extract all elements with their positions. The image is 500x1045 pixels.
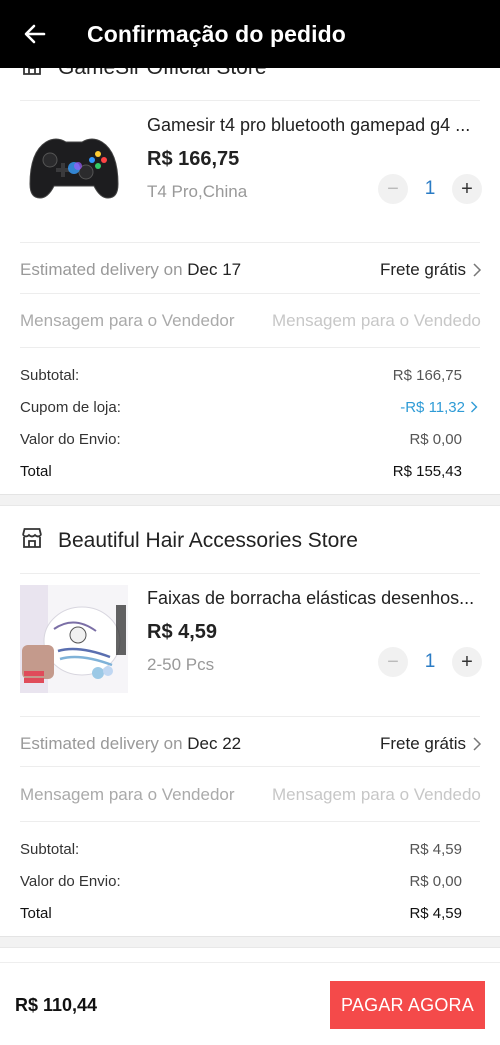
seller-message-row: Mensagem para o Vendedor Mensagem para o…: [20, 306, 482, 336]
chevron-right-icon: [473, 737, 482, 751]
shipping-option[interactable]: Frete grátis: [380, 260, 482, 280]
product-variant[interactable]: T4 Pro,China: [147, 182, 247, 202]
quantity-value: 1: [424, 651, 436, 672]
divider-line: [20, 766, 480, 767]
delivery-date: Dec 17: [187, 260, 242, 279]
checkout-footer: R$ 110,44 PAGAR AGORA: [0, 962, 500, 1045]
divider-line: [20, 573, 480, 574]
delivery-date: Dec 22: [187, 734, 242, 753]
page-title: Confirmação do pedido: [87, 20, 346, 47]
cart-item-hair-bands: Faixas de borracha elásticas desenhos...…: [0, 583, 500, 713]
product-title[interactable]: Gamesir t4 pro bluetooth gamepad g4 ...: [147, 115, 479, 136]
order-total: R$ 110,44: [15, 995, 98, 1015]
chevron-right-icon: [473, 263, 482, 277]
subtotal-row: Subtotal: R$ 166,75: [20, 366, 462, 384]
store-total-row: Total R$ 155,43: [20, 462, 462, 480]
pay-now-button[interactable]: PAGAR AGORA: [330, 981, 485, 1029]
decrease-quantity-button[interactable]: −: [378, 174, 408, 204]
product-image-gamepad[interactable]: [20, 114, 128, 222]
seller-message-row: Mensagem para o Vendedor Mensagem para o…: [20, 780, 482, 810]
decrease-quantity-button[interactable]: −: [378, 647, 408, 677]
delivery-row[interactable]: Estimated delivery on Dec 17 Frete gráti…: [20, 255, 482, 285]
store-icon: [20, 527, 44, 555]
product-price: R$ 4,59: [147, 621, 218, 643]
shipping-option[interactable]: Frete grátis: [380, 734, 482, 754]
quantity-stepper: − 1 +: [378, 647, 482, 677]
product-title[interactable]: Faixas de borracha elásticas desenhos...: [147, 588, 479, 609]
coupon-row[interactable]: Cupom de loja: -R$ 11,32: [20, 396, 478, 418]
shipping-cost-row: Valor do Envio: R$ 0,00: [20, 872, 462, 890]
app-header: Confirmação do pedido: [0, 0, 500, 68]
product-image-hair-bands[interactable]: [20, 585, 128, 693]
shipping-cost-row: Valor do Envio: R$ 0,00: [20, 430, 462, 448]
order-confirmation-page: GameSir Official Store Confirmação do pe…: [0, 0, 500, 1045]
delivery-estimate: Estimated delivery on Dec 22: [20, 734, 242, 753]
coupon-value: -R$ 11,32: [400, 398, 465, 416]
cart-item-gamesir: Gamesir t4 pro bluetooth gamepad g4 ... …: [0, 110, 500, 240]
chevron-right-icon: [471, 401, 478, 413]
section-divider: [0, 494, 500, 506]
increase-quantity-button[interactable]: +: [452, 174, 482, 204]
arrow-left-icon: [24, 24, 46, 44]
delivery-row[interactable]: Estimated delivery on Dec 22 Frete gráti…: [20, 729, 482, 759]
section-divider: [0, 936, 500, 948]
quantity-stepper: − 1 +: [378, 174, 482, 204]
product-variant[interactable]: 2-50 Pcs: [147, 655, 214, 675]
delivery-estimate: Estimated delivery on Dec 17: [20, 260, 242, 279]
increase-quantity-button[interactable]: +: [452, 647, 482, 677]
store-total-row: Total R$ 4,59: [20, 904, 462, 922]
seller-message-input[interactable]: Mensagem para o Vendedor: [272, 785, 482, 805]
divider-line: [20, 821, 480, 822]
seller-message-input[interactable]: Mensagem para o Vendedor: [272, 311, 482, 331]
divider-line: [20, 100, 480, 101]
store-name: Beautiful Hair Accessories Store: [58, 529, 358, 552]
subtotal-row: Subtotal: R$ 4,59: [20, 840, 462, 858]
divider-line: [20, 293, 480, 294]
seller-message-label: Mensagem para o Vendedor: [20, 785, 235, 804]
divider-line: [20, 242, 480, 243]
quantity-value: 1: [424, 178, 436, 199]
store-header-hair-accessories[interactable]: Beautiful Hair Accessories Store: [20, 523, 358, 559]
divider-line: [20, 347, 480, 348]
product-price: R$ 166,75: [147, 148, 240, 170]
seller-message-label: Mensagem para o Vendedor: [20, 311, 235, 330]
divider-line: [20, 716, 480, 717]
back-button[interactable]: [0, 0, 70, 68]
